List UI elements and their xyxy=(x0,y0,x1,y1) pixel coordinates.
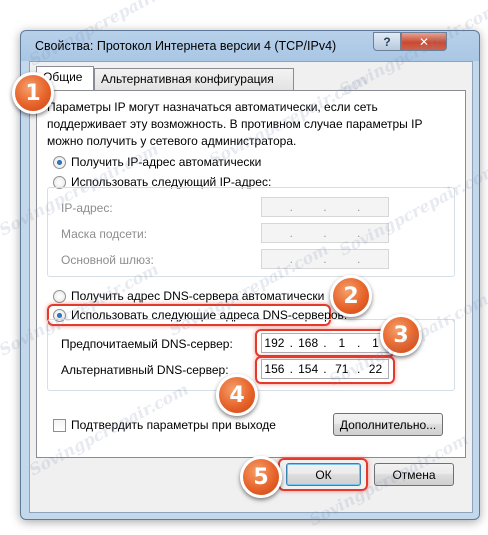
cancel-button[interactable]: Отмена xyxy=(374,463,454,486)
preferred-dns-label: Предпочитаемый DNS-сервер: xyxy=(61,337,233,351)
gateway-label: Основной шлюз: xyxy=(61,253,154,267)
gateway-field: ... xyxy=(261,249,389,269)
dns-auto-option[interactable]: Получить адрес DNS-сервера автоматически xyxy=(53,289,324,303)
ip-auto-radio[interactable] xyxy=(53,155,66,169)
step-marker-5: 5 xyxy=(240,456,282,498)
help-button[interactable]: ? xyxy=(373,32,401,51)
ip-auto-option[interactable]: Получить IP-адрес автоматически xyxy=(53,155,261,169)
alternate-dns-label: Альтернативный DNS-сервер: xyxy=(61,363,229,377)
preferred-dns-field[interactable]: 192. 168. 1. 1 xyxy=(261,333,389,353)
advanced-button[interactable]: Дополнительно... xyxy=(333,413,443,436)
window-title: Свойства: Протокол Интернета версии 4 (T… xyxy=(35,39,337,53)
validate-option[interactable]: Подтвердить параметры при выходе xyxy=(53,418,276,432)
subnet-mask-label: Маска подсети: xyxy=(61,227,148,241)
close-button[interactable]: ✕ xyxy=(401,32,447,51)
step-marker-2: 2 xyxy=(330,275,372,317)
validate-checkbox[interactable] xyxy=(53,418,66,432)
tab-alternate-config[interactable]: Альтернативная конфигурация xyxy=(94,68,294,90)
dialog-client-area: Общие Альтернативная конфигурация Параме… xyxy=(29,61,473,513)
dns-auto-label: Получить адрес DNS-сервера автоматически xyxy=(71,289,325,303)
ok-button[interactable]: ОК xyxy=(286,463,361,486)
dns-auto-radio[interactable] xyxy=(53,289,66,303)
step-marker-3: 3 xyxy=(380,314,422,356)
description-text: Параметры IP могут назначаться автоматич… xyxy=(47,100,423,148)
dialog-window: Свойства: Протокол Интернета версии 4 (T… xyxy=(20,30,480,520)
validate-label: Подтвердить параметры при выходе xyxy=(71,418,276,432)
subnet-mask-field: ... xyxy=(261,223,389,243)
step-marker-1: 1 xyxy=(12,72,54,114)
ip-address-field: ... xyxy=(261,197,389,217)
title-bar[interactable]: Свойства: Протокол Интернета версии 4 (T… xyxy=(21,31,479,61)
step-marker-4: 4 xyxy=(216,374,258,416)
ip-auto-label: Получить IP-адрес автоматически xyxy=(71,155,262,169)
ip-address-label: IP-адрес: xyxy=(61,201,113,215)
alternate-dns-field[interactable]: 156. 154. 71. 22 xyxy=(261,359,389,379)
